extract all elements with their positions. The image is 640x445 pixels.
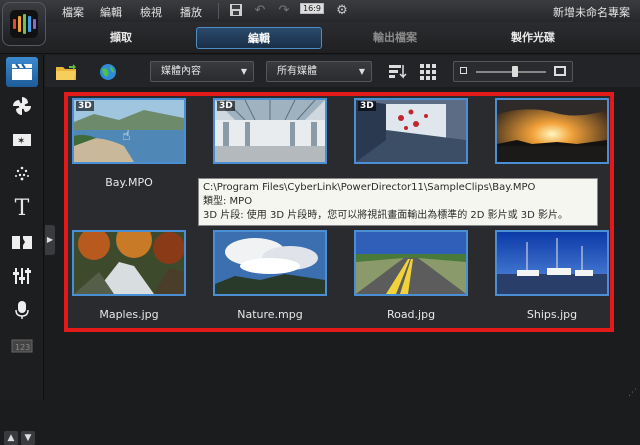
media-room-button[interactable] — [6, 57, 38, 87]
download-media-button[interactable] — [97, 61, 119, 82]
thumbnail-ships[interactable] — [495, 230, 609, 296]
media-label-road: Road.jpg — [386, 308, 436, 321]
large-thumb-icon[interactable] — [554, 66, 566, 76]
microphone-icon — [15, 301, 29, 319]
maples-image — [74, 232, 184, 294]
ships-image — [497, 232, 607, 294]
menu-separator — [218, 3, 219, 19]
mixer-icon — [13, 268, 31, 284]
media-type-value: 所有媒體 — [277, 66, 317, 77]
media-item-maples[interactable]: Maples.jpg — [72, 230, 186, 321]
tooltip-type: 類型: MPO — [203, 196, 253, 207]
thumbnail-nature[interactable] — [213, 230, 327, 296]
small-thumb-icon[interactable] — [460, 67, 467, 74]
file-info-tooltip: C:\Program Files\CyberLink\PowerDirector… — [198, 178, 598, 226]
3d-badge: 3D — [358, 101, 376, 111]
view-mode-button[interactable] — [417, 61, 439, 82]
thumbnail-interior[interactable]: 3D — [354, 98, 468, 164]
transition-room-button[interactable] — [6, 227, 38, 257]
media-item-mall[interactable]: 3D — [213, 98, 327, 186]
menu-edit[interactable]: 編輯 — [100, 4, 122, 20]
globe-icon — [100, 63, 116, 80]
clapper-icon — [12, 63, 32, 80]
room-rail: ✶ T 123 ▲ ▼ — [0, 55, 44, 445]
thumbnail-maples[interactable] — [72, 230, 186, 296]
powerdirector-logo — [2, 2, 46, 46]
svg-text:✶: ✶ — [17, 136, 25, 147]
tab-produce[interactable]: 輸出檔案 — [332, 27, 458, 49]
pip-icon: ✶ — [13, 134, 31, 147]
particle-icon — [15, 166, 29, 181]
sunset-image — [497, 100, 607, 162]
3d-badge: 3D — [217, 101, 235, 111]
thumbnail-sunset[interactable] — [495, 98, 609, 164]
tooltip-path: C:\Program Files\CyberLink\PowerDirector… — [203, 182, 536, 193]
menu-view[interactable]: 檢視 — [140, 4, 162, 20]
chevron-down-icon: ▼ — [240, 67, 247, 76]
fan-icon — [13, 97, 31, 115]
menu-play[interactable]: 播放 — [180, 4, 202, 20]
scroll-down-icon[interactable]: ▼ — [21, 431, 35, 445]
particle-room-button[interactable] — [6, 159, 38, 189]
thumbnail-size-control — [453, 61, 573, 82]
tab-capture[interactable]: 擷取 — [58, 27, 184, 49]
media-item-interior[interactable]: 3D — [354, 98, 468, 186]
folder-icon — [56, 63, 76, 80]
panel-collapse-handle[interactable]: ▶ — [45, 225, 55, 255]
media-label-nature: Nature.mpg — [237, 308, 303, 321]
menu-file[interactable]: 檔案 — [62, 4, 84, 20]
hand-cursor-icon: ☝ — [122, 128, 131, 144]
media-item-sunset[interactable] — [495, 98, 609, 186]
media-item-ships[interactable]: Ships.jpg — [495, 230, 609, 321]
voice-over-room-button[interactable] — [6, 295, 38, 325]
rail-scroll-buttons: ▲ ▼ — [4, 431, 35, 445]
scroll-up-icon[interactable]: ▲ — [4, 431, 18, 445]
tab-create-disc[interactable]: 製作光碟 — [470, 27, 596, 49]
fx-room-button[interactable] — [6, 91, 38, 121]
undo-icon[interactable]: ↶ — [252, 3, 268, 19]
redo-icon[interactable]: ↷ — [276, 3, 292, 19]
resize-grip-icon[interactable]: ⋰ — [628, 388, 638, 398]
chapter-icon: 123 — [11, 339, 33, 353]
3d-badge: 3D — [76, 101, 94, 111]
tooltip-description: 3D 片段: 使用 3D 片段時，您可以將視訊畫面輸出為標準的 2D 影片或 3… — [203, 210, 569, 221]
thumbnail-bay[interactable]: 3D ☝ — [72, 98, 186, 164]
nature-image — [215, 232, 325, 294]
media-type-dropdown[interactable]: 所有媒體 ▼ — [266, 61, 372, 82]
thumb-size-track[interactable] — [476, 71, 546, 73]
chapter-room-button[interactable]: 123 — [6, 331, 38, 361]
thumbnail-mall[interactable]: 3D — [213, 98, 327, 164]
audio-mixing-room-button[interactable] — [6, 261, 38, 291]
thumbnail-road[interactable] — [354, 230, 468, 296]
library-toolbar: 媒體內容 ▼ 所有媒體 ▼ — [45, 55, 640, 87]
aspect-ratio-button[interactable]: 16:9 — [300, 3, 324, 14]
menu-bar: 檔案 編輯 檢視 播放 ↶ ↷ 16:9 ⚙ 新增未命名專案 — [0, 0, 640, 22]
media-content-value: 媒體內容 — [161, 66, 201, 77]
import-media-button[interactable] — [55, 61, 77, 82]
grid-icon — [420, 63, 436, 80]
gear-icon[interactable]: ⚙ — [334, 3, 350, 19]
project-name: 新增未命名專案 — [553, 6, 630, 19]
thumb-size-slider-handle[interactable] — [512, 66, 518, 77]
media-item-bay[interactable]: 3D ☝ Bay.MPO — [72, 98, 186, 189]
media-label-maples: Maples.jpg — [99, 308, 159, 321]
sort-icon — [389, 64, 407, 79]
media-item-nature[interactable]: Nature.mpg — [213, 230, 327, 321]
road-image — [356, 232, 466, 294]
tab-edit[interactable]: 編輯 — [196, 27, 322, 49]
pip-room-button[interactable]: ✶ — [6, 125, 38, 155]
sort-button[interactable] — [387, 61, 409, 82]
title-room-icon[interactable]: T — [6, 193, 38, 223]
svg-text:123: 123 — [15, 343, 30, 352]
save-icon[interactable] — [228, 3, 244, 19]
media-item-road[interactable]: Road.jpg — [354, 230, 468, 321]
media-content-dropdown[interactable]: 媒體內容 ▼ — [150, 61, 254, 82]
transition-icon — [12, 234, 32, 250]
media-label-bay: Bay.MPO — [105, 176, 153, 189]
mode-tabs: 擷取 編輯 輸出檔案 製作光碟 — [0, 22, 640, 54]
chevron-down-icon: ▼ — [358, 67, 365, 76]
media-label-ships: Ships.jpg — [526, 308, 578, 321]
